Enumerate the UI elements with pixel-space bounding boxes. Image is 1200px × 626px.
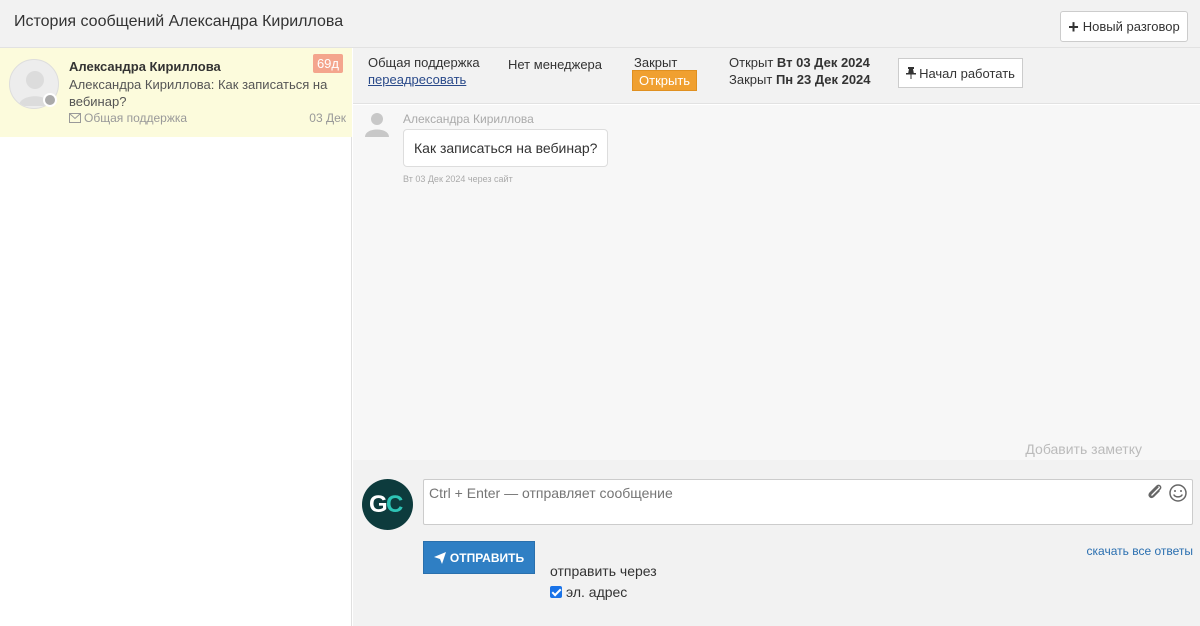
send-via-label: отправить через — [550, 563, 657, 579]
send-button-label: ОТПРАВИТЬ — [449, 550, 525, 565]
top-header: История сообщений Александра Кириллова +… — [0, 0, 1200, 48]
pin-icon — [906, 67, 917, 79]
reassign-link[interactable]: переадресовать — [368, 72, 466, 87]
manager-label[interactable]: Нет менеджера — [508, 57, 602, 72]
email-checkbox[interactable] — [550, 586, 562, 598]
message-avatar — [363, 110, 391, 138]
email-option[interactable]: эл. адрес — [550, 584, 627, 600]
email-option-label: эл. адрес — [566, 584, 628, 600]
new-conversation-label: Новый разговор — [1082, 19, 1180, 34]
age-badge: 69д — [312, 54, 343, 73]
message-thread: Александра Кириллова Как записаться на в… — [353, 105, 1200, 460]
gc-logo: G C — [362, 479, 413, 530]
logo-letter-c: C — [386, 491, 404, 518]
opened-date: Открыт Вт 03 Дек 2024 — [729, 55, 870, 70]
emoji-icon[interactable] — [1169, 484, 1187, 502]
opened-label: Открыт — [729, 55, 774, 70]
conversation-preview: Александра Кириллова: Как записаться на … — [69, 77, 328, 109]
logo-letter-g: G — [369, 491, 388, 518]
conversation-channel-label: Общая поддержка — [84, 111, 188, 125]
page-title: История сообщений Александра Кириллова — [14, 13, 344, 30]
department-label: Общая поддержка — [368, 55, 480, 70]
state-label: Закрыт — [634, 55, 678, 70]
closed-date-value: Пн 23 Дек 2024 — [775, 72, 871, 87]
start-work-button[interactable]: Начал работать — [898, 58, 1023, 88]
conversation-date: 03 Дек — [309, 111, 346, 125]
new-conversation-button[interactable]: + Новый разговор — [1060, 11, 1188, 42]
plus-icon: + — [1068, 16, 1079, 37]
conversation-item[interactable]: Александра Кириллова Александра Кириллов… — [0, 48, 352, 137]
paper-plane-icon — [433, 551, 446, 564]
closed-label: Закрыт — [729, 72, 773, 87]
status-dot — [43, 93, 57, 107]
envelope-icon — [69, 113, 81, 123]
send-button[interactable]: ОТПРАВИТЬ — [423, 541, 535, 574]
reply-composer: G C ОТПРАВИТЬ скачать все ответы отправи… — [353, 460, 1200, 626]
open-button[interactable]: Открыть — [632, 70, 698, 91]
message-bubble: Как записаться на вебинар? — [403, 129, 609, 167]
opened-date-value: Вт 03 Дек 2024 — [776, 55, 870, 70]
download-all-replies-link[interactable]: скачать все ответы — [1087, 544, 1193, 558]
conversation-info-bar: Общая поддержка переадресовать Нет менед… — [353, 48, 1200, 104]
closed-date: Закрыт Пн 23 Дек 2024 — [729, 72, 871, 87]
conversation-list: Александра Кириллова Александра Кириллов… — [0, 48, 352, 626]
message-author: Александра Кириллова — [403, 112, 534, 126]
paperclip-icon[interactable] — [1146, 483, 1164, 501]
message-meta: Вт 03 Дек 2024 через сайт — [403, 174, 513, 184]
add-note-link[interactable]: Добавить заметку — [1025, 441, 1142, 457]
reply-input[interactable] — [423, 479, 1193, 525]
conversation-name: Александра Кириллова — [69, 59, 221, 74]
conversation-channel: Общая поддержка — [69, 111, 187, 125]
user-silhouette-icon — [365, 113, 389, 137]
start-work-label: Начал работать — [919, 65, 1015, 81]
